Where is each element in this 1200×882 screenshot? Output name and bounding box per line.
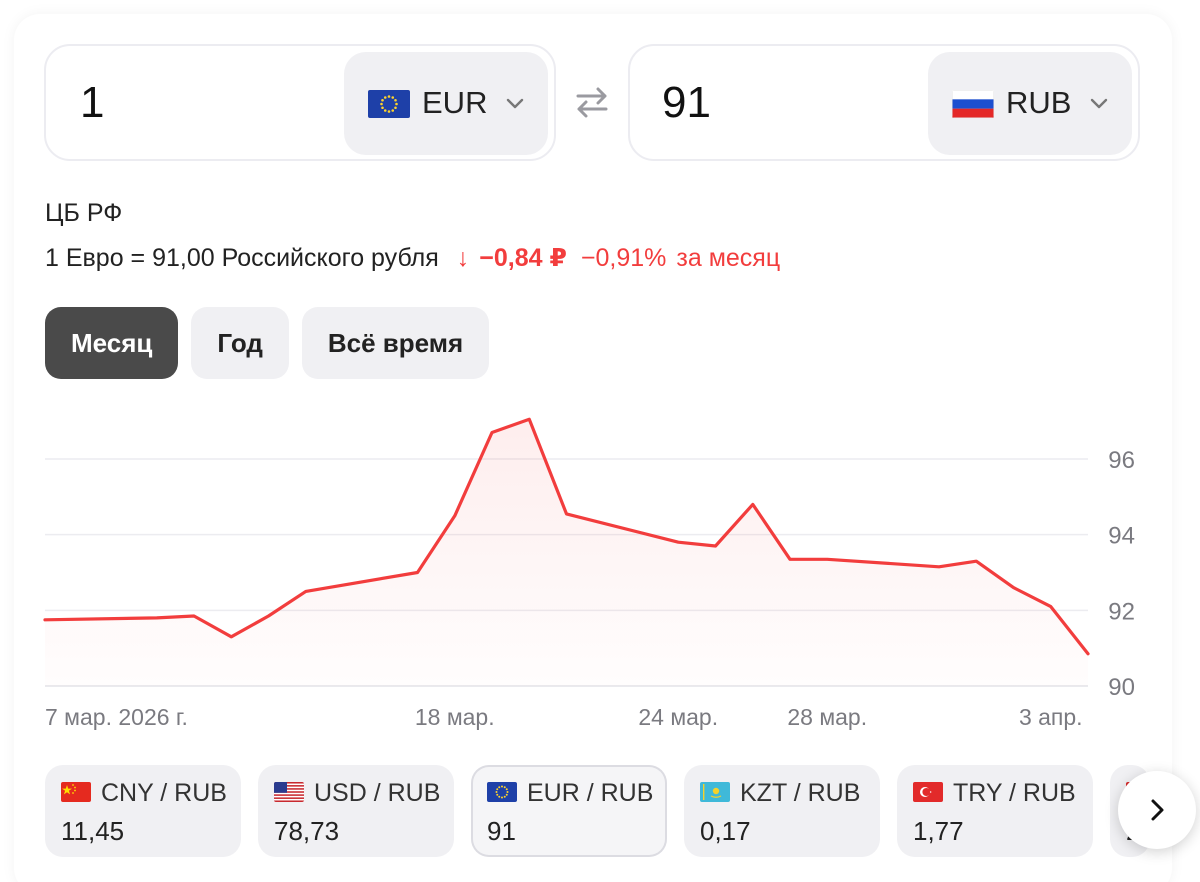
rate-line: 1 Евро = 91,00 Российского рубля ↓ −0,84 ₽… [45,243,780,273]
pair-cny-rub[interactable]: CNY / RUB 11,45 [45,765,241,857]
pair-eur-rub[interactable]: EUR / RUB 91 [471,765,667,857]
tab-month[interactable]: Месяц [45,307,179,379]
ru-flag-icon [952,90,994,118]
tab-all-time[interactable]: Всё время [301,307,490,379]
y-tick-label: 90 [1108,674,1135,701]
y-tick-label: 94 [1108,523,1135,550]
x-tick-label: 7 мар. 2026 г. [45,704,188,730]
to-amount-input[interactable]: 91 [662,76,711,130]
x-tick-label: 18 мар. [415,704,495,730]
eu-flag-icon [368,90,410,118]
pair-name: EUR / RUB [527,779,654,807]
swap-arrows-icon[interactable] [572,84,612,120]
x-tick-label: 28 мар. [787,704,867,730]
pair-name: TRY / RUB [953,779,1076,807]
pair-kzt-rub[interactable]: KZT / RUB 0,17 [684,765,880,857]
next-pairs-button[interactable] [1118,771,1196,849]
rate-change-period: за месяц [676,244,781,272]
tr-flag-icon [913,782,943,802]
us-flag-icon [274,782,304,802]
x-tick-label: 24 мар. [638,704,718,730]
x-tick-label: 3 апр. [1019,704,1083,730]
y-tick-label: 96 [1108,447,1135,474]
rate-chart[interactable]: 90 92 94 96 7 мар. 2026 г. 18 мар. 24 мар. 28 м… [0,390,1200,730]
from-currency-select[interactable]: EUR [344,52,548,155]
period-tabs: Месяц Год Всё время [45,307,490,379]
rate-change-percent: −0,91% [580,244,667,272]
chevron-down-icon [506,98,524,109]
to-currency-select[interactable]: RUB [928,52,1132,155]
pair-name: CNY / RUB [101,779,227,807]
rate-text: 1 Евро = 91,00 Российского рубля [45,244,439,272]
from-currency-code: EUR [422,85,488,120]
pair-try-rub[interactable]: TRY / RUB 1,77 [897,765,1093,857]
arrow-down-icon: ↓ [456,244,470,272]
from-amount-input[interactable]: 1 [80,76,104,130]
kz-flag-icon [700,782,730,802]
pair-name: USD / RUB [314,779,441,807]
pair-value: 78,73 [274,816,340,846]
currency-pairs-row: CNY / RUB 11,45 USD / RUB 78,73 EUR / RU… [45,765,1156,857]
chevron-right-icon [1151,799,1164,821]
eu-flag-icon [487,782,517,802]
pair-usd-rub[interactable]: USD / RUB 78,73 [258,765,454,857]
pair-value: 0,17 [700,816,751,846]
to-amount-field[interactable]: 91 RUB [628,44,1140,161]
cn-flag-icon [61,782,91,802]
rate-change-absolute: −0,84 ₽ [479,244,567,272]
pair-name: KZT / RUB [740,779,861,807]
pair-value: 1,77 [913,816,964,846]
chevron-down-icon [1090,98,1108,109]
rate-source: ЦБ РФ [45,199,123,227]
to-currency-code: RUB [1006,85,1072,120]
tab-year[interactable]: Год [191,307,289,379]
pair-value: 91 [487,816,516,846]
from-amount-field[interactable]: 1 EUR [44,44,556,161]
y-tick-label: 92 [1108,598,1135,625]
pair-value: 11,45 [61,816,125,846]
